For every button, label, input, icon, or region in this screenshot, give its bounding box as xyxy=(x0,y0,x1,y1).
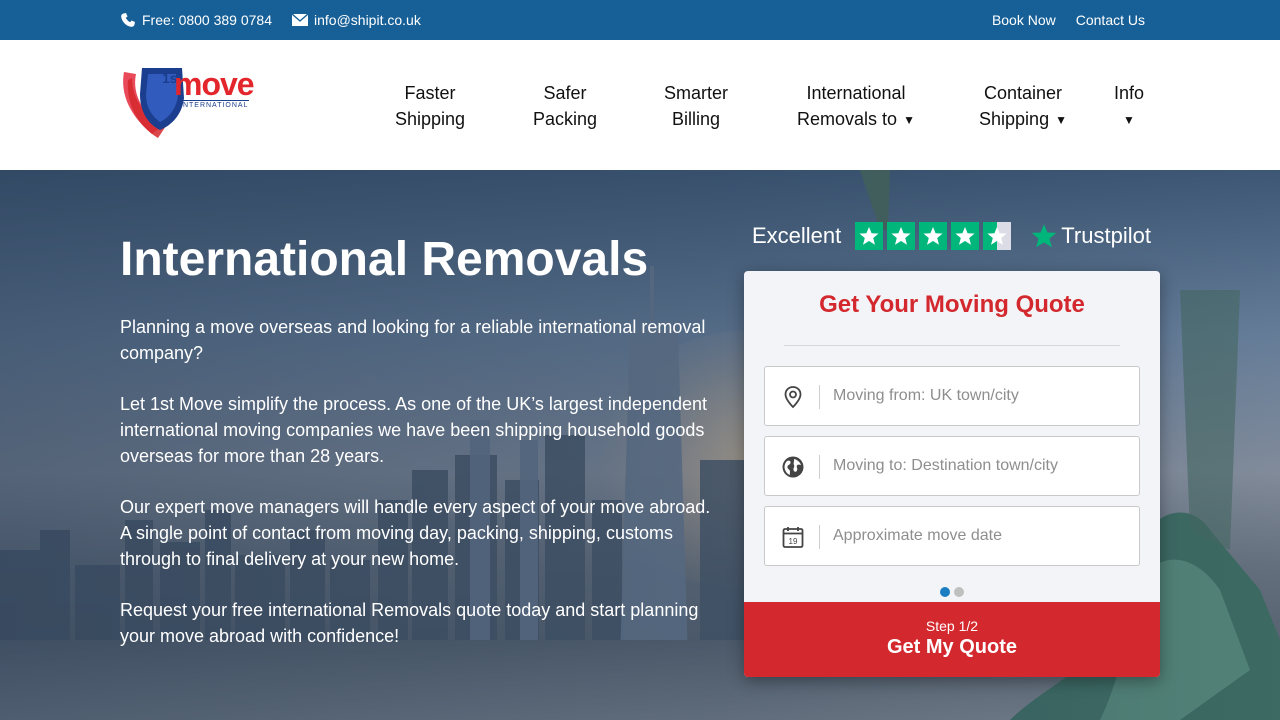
field-separator xyxy=(819,455,820,479)
field-separator xyxy=(819,525,820,549)
star-icon xyxy=(951,222,980,250)
nav-label-line1: Smarter xyxy=(663,83,728,103)
nav-label-line1: Safer xyxy=(543,83,587,103)
move-date-input[interactable] xyxy=(833,507,1129,565)
phone-contact[interactable]: Free: 0800 389 0784 xyxy=(120,12,272,28)
star-icon xyxy=(855,222,884,250)
trustpilot-brand: Trustpilot xyxy=(1031,223,1151,249)
dropdown-caret-icon: ▼ xyxy=(1123,113,1135,128)
quote-form-card: Get Your Moving Quote 19 Step 1/2 Get My… xyxy=(744,271,1160,677)
field-separator xyxy=(819,385,820,409)
moving-to-field[interactable] xyxy=(764,436,1140,496)
moving-from-input[interactable] xyxy=(833,367,1129,425)
dropdown-caret-icon: ▼ xyxy=(1055,113,1067,128)
quote-form-title: Get Your Moving Quote xyxy=(819,291,1085,318)
calendar-icon: 19 xyxy=(782,527,804,548)
step-label: Step 1/2 xyxy=(925,618,979,634)
nav-label-line1: Faster xyxy=(404,83,456,103)
dropdown-caret-icon: ▼ xyxy=(903,113,915,128)
nav-label-line2: Shipping xyxy=(979,109,1050,129)
nav-label-line2: Packing xyxy=(532,109,598,129)
phone-number: Free: 0800 389 0784 xyxy=(142,12,272,28)
hero-paragraph: Let 1st Move simplify the process. As on… xyxy=(120,394,707,466)
nav-label-line2: Shipping xyxy=(395,109,466,129)
trustpilot-widget[interactable]: Excellent Trustpilot xyxy=(752,220,1151,252)
step-dot xyxy=(954,587,964,597)
trustpilot-star-icon xyxy=(1031,224,1057,248)
location-pin-icon xyxy=(784,386,802,409)
nav-item-info[interactable]: Info ▼ xyxy=(1110,80,1148,133)
phone-icon xyxy=(121,13,135,27)
top-bar: Free: 0800 389 0784 info@shipit.co.uk Bo… xyxy=(0,0,1280,40)
step-dot-active xyxy=(940,587,950,597)
moving-from-field[interactable] xyxy=(764,366,1140,426)
book-now-link[interactable]: Book Now xyxy=(992,12,1056,28)
nav-item-international-removals[interactable]: International Removals to ▼ xyxy=(795,80,917,133)
trustpilot-brand-name: Trustpilot xyxy=(1061,223,1151,248)
page-title: International Removals xyxy=(120,233,649,286)
globe-icon xyxy=(782,456,804,478)
nav-item-smarter-billing[interactable]: Smarter Billing xyxy=(662,80,730,132)
star-icon xyxy=(919,222,948,250)
move-date-field[interactable]: 19 xyxy=(764,506,1140,566)
get-my-quote-button[interactable]: Step 1/2 Get My Quote xyxy=(744,602,1160,677)
moving-to-input[interactable] xyxy=(833,437,1129,495)
hero-section: International Removals Planning a move o… xyxy=(0,170,1280,720)
hero-paragraph: Planning a move overseas and looking for… xyxy=(120,317,706,363)
trustpilot-stars xyxy=(855,222,1015,250)
calendar-day: 19 xyxy=(789,537,798,546)
hero-paragraph: Our expert move managers will handle eve… xyxy=(120,497,711,569)
submit-label: Get My Quote xyxy=(886,636,1017,658)
nav-item-faster-shipping[interactable]: Faster Shipping xyxy=(395,80,465,132)
contact-us-link[interactable]: Contact Us xyxy=(1076,12,1145,28)
envelope-icon xyxy=(292,14,308,26)
nav-label-line1: Info xyxy=(1113,83,1145,103)
nav-label-line1: International xyxy=(806,83,906,103)
hero-paragraph: Request your free international Removals… xyxy=(120,600,699,646)
main-nav: Faster Shipping Safer Packing Smarter Bi… xyxy=(0,80,1280,130)
nav-label-line1: Container xyxy=(983,83,1063,103)
nav-item-container-shipping[interactable]: Container Shipping ▼ xyxy=(978,80,1068,133)
email-address: info@shipit.co.uk xyxy=(314,12,421,28)
nav-item-safer-packing[interactable]: Safer Packing xyxy=(532,80,598,132)
divider xyxy=(784,345,1120,346)
step-indicator xyxy=(940,587,968,597)
nav-label-line2: Removals to xyxy=(797,109,898,129)
site-header: 1st move INTERNATIONAL Faster Shipping S… xyxy=(0,40,1280,170)
half-star-icon xyxy=(983,222,1012,250)
nav-label-line2: Billing xyxy=(671,109,721,129)
email-contact[interactable]: info@shipit.co.uk xyxy=(292,12,421,28)
trustpilot-rating-text: Excellent xyxy=(752,223,842,248)
star-icon xyxy=(887,222,916,250)
